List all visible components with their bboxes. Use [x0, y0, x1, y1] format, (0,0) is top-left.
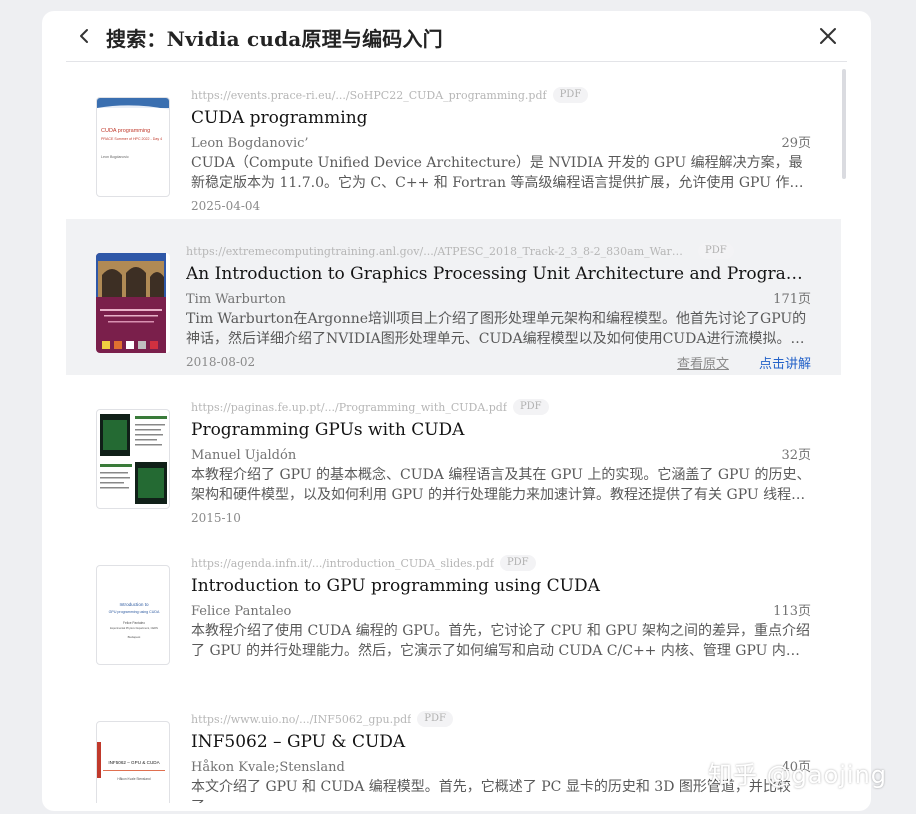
results-list[interactable]: CUDA programming PRACE Summer of HPC 202…: [66, 63, 841, 803]
modal-header: 搜索：Nvidia cuda原理与编码入门: [66, 11, 847, 62]
result-title[interactable]: CUDA programming: [191, 107, 811, 129]
result-title[interactable]: Introduction to GPU programming using CU…: [191, 575, 811, 597]
explain-link[interactable]: 点击讲解: [759, 353, 811, 372]
result-title[interactable]: Programming GPUs with CUDA: [191, 419, 811, 441]
result-item[interactable]: CUDA programming PRACE Summer of HPC 202…: [66, 63, 841, 219]
document-thumbnail[interactable]: CUDA programming PRACE Summer of HPC 202…: [96, 97, 170, 197]
scrollbar-thumb[interactable]: [842, 69, 846, 179]
pdf-badge: PDF: [698, 243, 734, 259]
result-date: 2025-04-04: [191, 199, 261, 213]
result-summary: 本教程介绍了使用 CUDA 编程的 GPU。首先，它讨论了 CPU 和 GPU …: [191, 623, 810, 659]
result-page-count: 29页: [781, 136, 811, 151]
pdf-badge: PDF: [552, 87, 589, 103]
thumb-title: INF5062 – GPU & CUDA: [108, 760, 160, 765]
result-summary: Tim Warburton在Argonne培训项目上介绍了图形处理单元架构和编程…: [186, 311, 807, 347]
document-thumbnail[interactable]: INF5062 – GPU & CUDA Håkon Kvale Stensla…: [96, 721, 170, 803]
result-url[interactable]: https://paginas.fe.up.pt/.../Programming…: [191, 401, 507, 414]
thumb-subtitle: PRACE Summer of HPC 2022 - Day 4: [101, 137, 162, 141]
thumb-affiliation: Experimental Physics Department, CERN: [110, 626, 158, 630]
thumb-author: Leon Bogdanovic: [101, 155, 129, 159]
thumb-author: Felice Pantaleo: [123, 621, 145, 625]
result-author: Tim Warburton: [186, 292, 286, 307]
result-url[interactable]: https://www.uio.no/.../INF5062_gpu.pdf: [191, 713, 411, 726]
result-item[interactable]: https://extremecomputingtraining.anl.gov…: [66, 219, 841, 375]
result-item[interactable]: Introduction to GPU programming using CU…: [66, 531, 841, 687]
result-author: Felice Pantaleo: [191, 604, 292, 619]
result-date: 2015-10: [191, 511, 241, 525]
pdf-badge: PDF: [499, 555, 536, 571]
thumb-subtitle: GPU programming using CUDA: [109, 610, 160, 614]
result-author: Manuel Ujaldón: [191, 448, 297, 463]
result-url[interactable]: https://extremecomputingtraining.anl.gov…: [186, 245, 686, 258]
watermark: 知乎 @gaojing: [708, 761, 888, 789]
result-page-count: 171页: [773, 292, 811, 307]
result-author: Håkon Kvale;Stensland: [191, 760, 345, 775]
view-original-link[interactable]: 查看原文: [677, 353, 729, 372]
result-title[interactable]: An Introduction to Graphics Processing U…: [186, 263, 811, 285]
result-url[interactable]: https://agenda.infn.it/.../introduction_…: [191, 557, 494, 570]
result-date: 2018-08-02: [186, 355, 256, 369]
thumb-author: Håkon Kvale Stensland: [117, 777, 150, 781]
document-thumbnail[interactable]: [96, 409, 170, 509]
close-icon[interactable]: [817, 25, 839, 47]
thumb-title: Introduction to: [119, 602, 149, 607]
pdf-badge: PDF: [417, 711, 453, 727]
result-title[interactable]: INF5062 – GPU & CUDA: [191, 731, 811, 753]
result-page-count: 113页: [773, 604, 811, 619]
result-author: Leon Bogdanovic’: [191, 136, 309, 151]
document-thumbnail[interactable]: Introduction to GPU programming using CU…: [96, 565, 170, 665]
search-results-modal: 搜索：Nvidia cuda原理与编码入门 CUDA programming P…: [42, 11, 871, 811]
pdf-badge: PDF: [512, 399, 549, 415]
thumb-title: CUDA programming: [101, 128, 150, 134]
result-summary: CUDA（Compute Unified Device Architecture…: [191, 155, 804, 191]
document-thumbnail[interactable]: [96, 253, 170, 353]
result-summary: 本教程介绍了 GPU 的基本概念、CUDA 编程语言及其在 GPU 上的实现。它…: [191, 467, 811, 503]
result-url[interactable]: https://events.prace-ri.eu/.../SoHPC22_C…: [191, 89, 547, 102]
page-title: 搜索：Nvidia cuda原理与编码入门: [106, 27, 443, 51]
thumb-location: Budapest: [128, 635, 141, 639]
result-item[interactable]: https://paginas.fe.up.pt/.../Programming…: [66, 375, 841, 531]
result-page-count: 32页: [781, 448, 811, 463]
chevron-left-icon[interactable]: [76, 25, 92, 47]
